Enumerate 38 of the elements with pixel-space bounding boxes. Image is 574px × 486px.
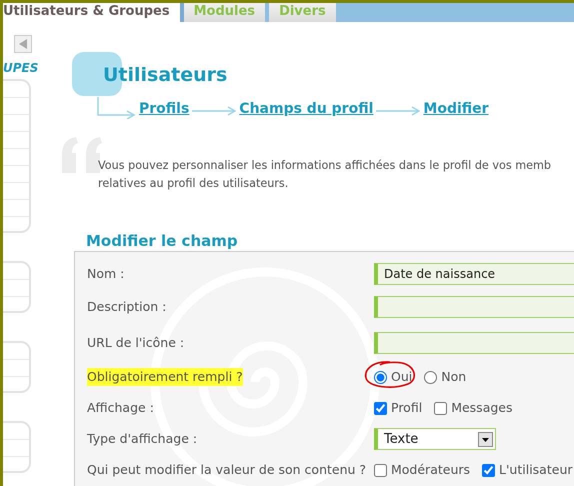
field-label: Nom : [87,264,126,283]
field-label: URL de l'icône : [87,334,186,352]
option-label: Profil [391,398,422,417]
sidebar-panel [3,261,31,313]
breadcrumb-link[interactable]: Champs du profil [239,98,374,119]
checkbox[interactable] [434,402,448,414]
field-label: Obligatoirement rempli ? [87,368,243,386]
option-label: L'utilisateur [499,460,572,479]
checkbox[interactable] [374,402,387,414]
back-arrow-icon [19,39,27,49]
checkbox[interactable] [482,464,496,476]
field-label: Description : [87,298,168,316]
field-label: Type d'affichage : [87,430,198,448]
text-field[interactable] [374,332,574,354]
tab[interactable]: Utilisateurs & Groupes [3,3,184,22]
intro-text: relatives au profil des utilisateurs. [98,176,290,192]
option-label: Non [441,368,466,386]
radio-button[interactable] [424,370,438,384]
field-label: Affichage : [87,398,155,417]
sidebar-panel [3,341,31,393]
option-label: Modérateurs [391,460,470,479]
sidebar-heading: UPES [3,60,38,77]
type-dropdown[interactable]: Texte [374,428,496,450]
checkbox[interactable] [374,464,387,476]
text-field[interactable] [374,296,574,318]
breadcrumb-link[interactable]: Modifier [423,98,489,119]
connector-arrow [192,106,236,116]
connector-arrow [96,97,136,119]
page-title: Utilisateurs [103,63,228,86]
radio-button[interactable] [374,370,387,384]
field-label: Qui peut modifier la valeur de son contenu ? [87,460,368,479]
breadcrumb-link[interactable]: Profils [139,98,190,119]
text-field[interactable]: Date de naissance [374,263,574,285]
option-label: Messages [451,398,512,417]
connector-arrow [376,106,420,116]
sidebar-panel [3,421,31,473]
intro-text: Vous pouvez personnaliser les informations affichées dans le profil de vos memb [98,158,552,174]
option-label: Oui [391,368,412,386]
